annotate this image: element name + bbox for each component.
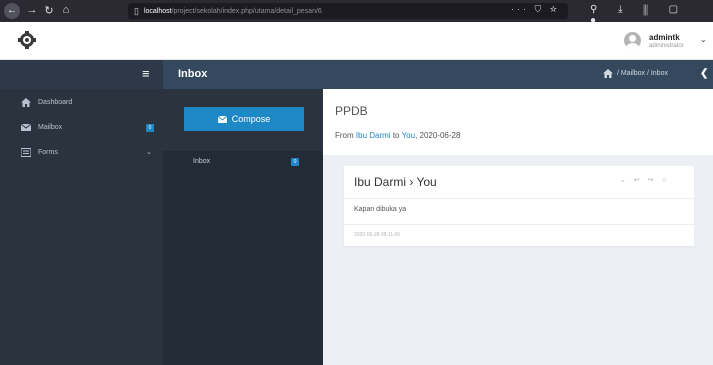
menu-toggle-icon[interactable]: ≡ [142, 66, 150, 81]
inbox-count-badge: 0 [291, 158, 299, 166]
mailbox-count-badge: 0 [146, 124, 154, 132]
user-avatar[interactable] [624, 32, 641, 49]
recipient-link[interactable]: You [402, 131, 416, 140]
compose-label: Compose [231, 114, 271, 124]
list-icon [21, 148, 31, 157]
sidebar-item-label: Forms [38, 149, 58, 156]
sidebar: ≡ Dashboard Mailbox 0 Forms ⌄ [0, 60, 163, 365]
chevron-down-icon[interactable]: ⌄ [700, 35, 707, 44]
chevron-down-icon: ⌄ [146, 149, 152, 156]
message-timestamp: 2020-06-28 08:11:06 [354, 232, 401, 238]
sidebar-item-mailbox[interactable]: Mailbox 0 [0, 116, 163, 140]
to-word: to [392, 131, 400, 140]
sidebar-item-forms[interactable]: Forms ⌄ [0, 141, 163, 165]
envelope-icon [21, 123, 31, 131]
message-subject: PPDB [335, 104, 368, 118]
url-actions[interactable]: ··· ⛉ ☆ [511, 4, 560, 15]
user-role: administrator [649, 43, 684, 49]
divider [344, 224, 694, 225]
breadcrumb[interactable]: / Mailbox / Inbox [617, 70, 668, 77]
browser-toolbar: ← → ↻ ⌂ ▯ localhost /project/sekolah/ind… [0, 0, 713, 26]
page-icon: ▯ [134, 5, 139, 16]
envelope-icon [217, 115, 227, 123]
message-header [323, 89, 713, 155]
sidebar-item-label: Mailbox [38, 124, 63, 131]
url-path: /project/sekolah/index.php/utama/detail_… [171, 7, 322, 15]
sidebar-item-dashboard[interactable]: Dashboard [0, 91, 163, 115]
from-prefix: From [335, 131, 354, 140]
message-from-line: From Ibu Darmi to You, 2020-06-28 [335, 131, 460, 140]
home-icon[interactable] [603, 69, 613, 78]
message-action-icons[interactable]: ⌄ ↩ ↪ ☆ [620, 176, 671, 184]
sidebar-item-label: Dashboard [38, 99, 73, 106]
home-icon [21, 98, 31, 107]
folder-label: Inbox [193, 158, 211, 165]
address-bar[interactable]: ▯ localhost /project/sekolah/index.php/u… [128, 3, 568, 19]
message-date: , 2020-06-28 [415, 131, 461, 140]
sidebar-header: ≡ [0, 60, 163, 89]
compose-button[interactable]: Compose [184, 107, 304, 131]
url-host: localhost [143, 7, 172, 15]
folder-item-inbox[interactable]: Inbox 0 [163, 152, 323, 172]
back-button[interactable]: ← [4, 3, 20, 19]
content-header: Inbox / Mailbox / Inbox ❮ [163, 60, 713, 89]
divider [344, 198, 694, 199]
user-name[interactable]: admintk [649, 33, 680, 42]
home-button[interactable]: ⌂ [57, 4, 75, 16]
app-header: admintk administrator ⌄ [0, 22, 713, 60]
page-title: Inbox [178, 68, 208, 80]
message-body: Kapan dibuka ya [354, 206, 407, 213]
message-card: Ibu Darmi › You ⌄ ↩ ↪ ☆ Kapan dibuka ya … [344, 166, 694, 246]
chevron-left-icon[interactable]: ❮ [700, 68, 708, 79]
message-card-title: Ibu Darmi › You [354, 175, 437, 189]
school-logo-icon [18, 31, 36, 49]
forward-button[interactable]: → [23, 4, 41, 16]
reload-button[interactable]: ↻ [40, 4, 58, 17]
sender-link[interactable]: Ibu Darmi [356, 131, 391, 140]
